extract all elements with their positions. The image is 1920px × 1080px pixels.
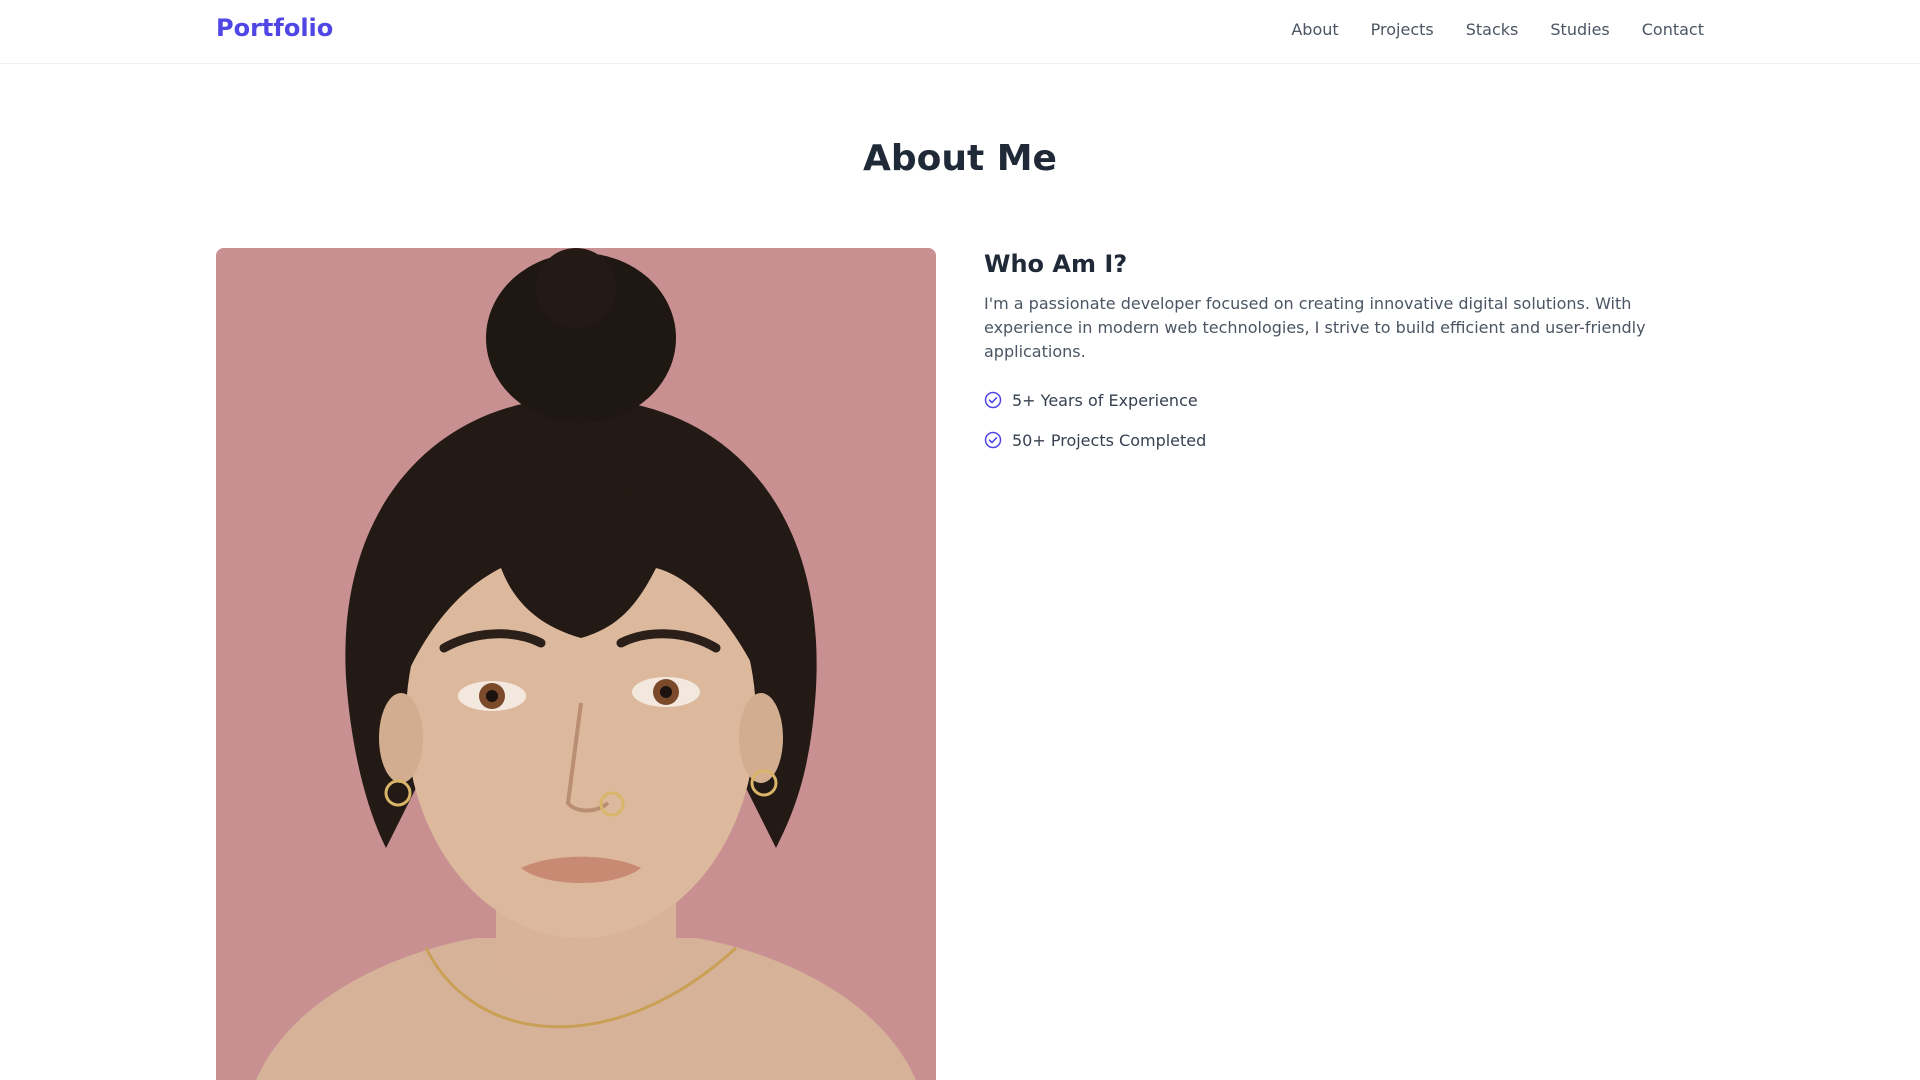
facts-list: 5+ Years of Experience 50+ Projects Comp… bbox=[984, 388, 1704, 452]
fact-item-experience: 5+ Years of Experience bbox=[984, 388, 1704, 412]
brand-logo-link[interactable]: Portfolio bbox=[216, 14, 333, 42]
nav-link-stacks[interactable]: Stacks bbox=[1466, 20, 1519, 39]
check-circle-icon bbox=[984, 431, 1002, 449]
navbar: Portfolio About Projects Stacks Studies … bbox=[0, 0, 1920, 64]
about-text: Who Am I? I'm a passionate developer foc… bbox=[984, 248, 1704, 468]
nav-link-studies[interactable]: Studies bbox=[1550, 20, 1609, 39]
about-subheading: Who Am I? bbox=[984, 250, 1128, 278]
nav-link-contact[interactable]: Contact bbox=[1642, 20, 1704, 39]
section-title: About Me bbox=[863, 138, 1057, 179]
nav-link-projects[interactable]: Projects bbox=[1371, 20, 1434, 39]
check-circle-icon bbox=[984, 391, 1002, 409]
fact-label: 50+ Projects Completed bbox=[1012, 430, 1207, 450]
about-bio: I'm a passionate developer focused on cr… bbox=[984, 294, 1646, 361]
nav-link-about[interactable]: About bbox=[1291, 20, 1338, 39]
fact-item-projects: 50+ Projects Completed bbox=[984, 428, 1704, 452]
nav-links: About Projects Stacks Studies Contact bbox=[1291, 20, 1704, 39]
profile-photo bbox=[216, 248, 936, 1080]
fact-label: 5+ Years of Experience bbox=[1012, 390, 1198, 410]
